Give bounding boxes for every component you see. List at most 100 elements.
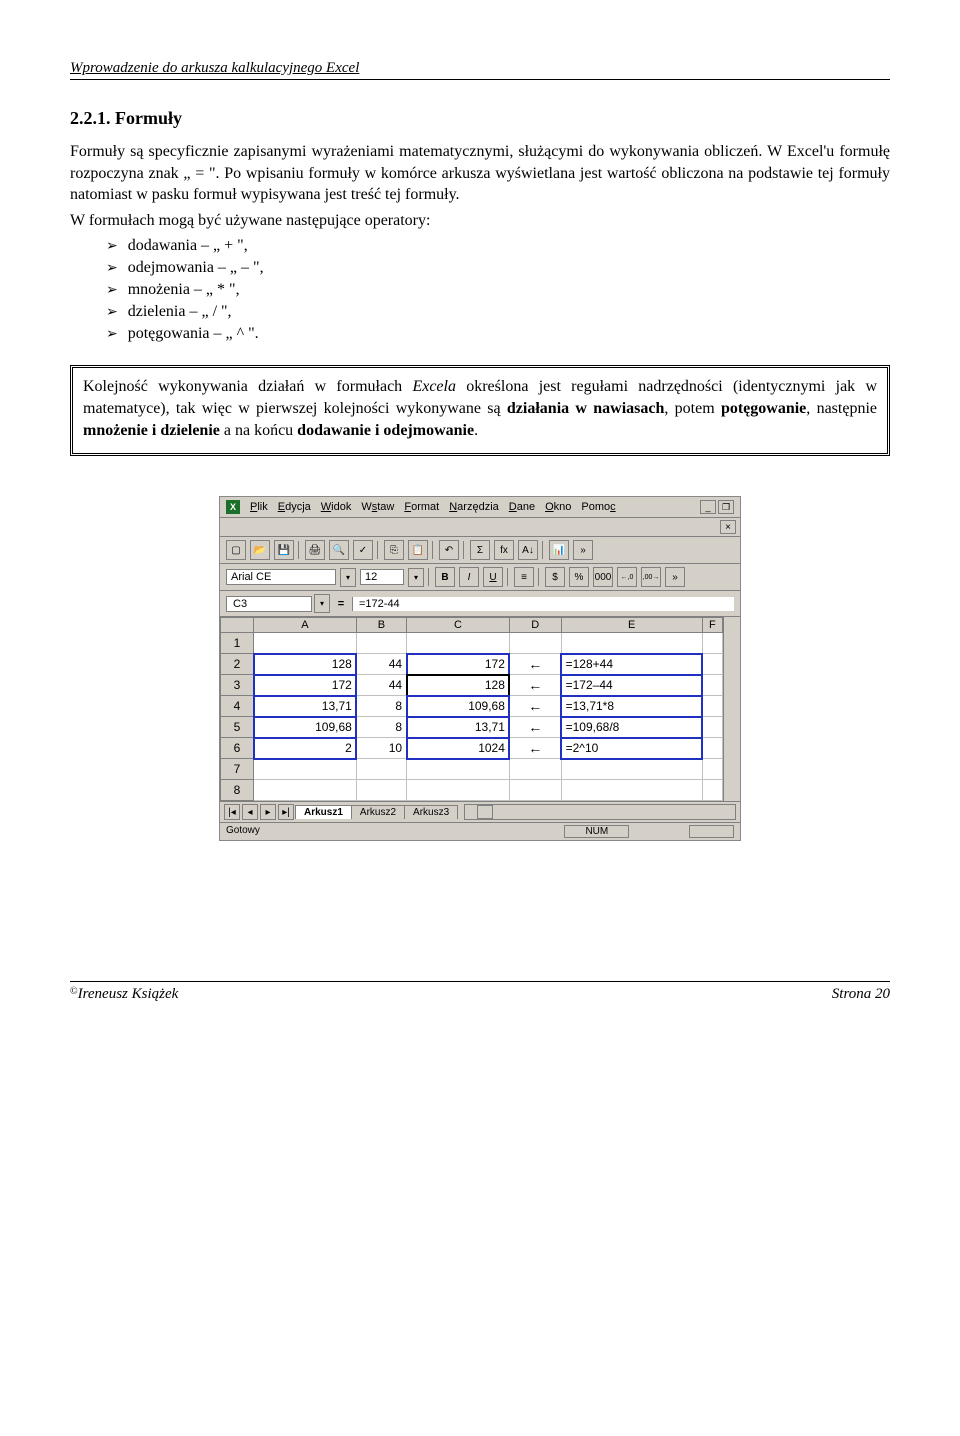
cell-E3[interactable]: =172–44	[561, 675, 702, 696]
menu-edit[interactable]: Edycja	[278, 501, 311, 513]
menu-format[interactable]: Format	[404, 501, 439, 513]
col-head-E[interactable]: E	[561, 618, 702, 633]
spellcheck-icon[interactable]: ✓	[353, 540, 373, 560]
cell-B7[interactable]	[356, 759, 406, 780]
row-head-7[interactable]: 7	[221, 759, 254, 780]
bold-button[interactable]: B	[435, 567, 455, 587]
more-icon[interactable]: »	[573, 540, 593, 560]
cell-C5[interactable]: 13,71	[407, 717, 510, 738]
decrease-decimal-icon[interactable]: ,00→	[641, 567, 661, 587]
sort-asc-icon[interactable]: A↓	[518, 540, 538, 560]
cell-A1[interactable]	[254, 633, 357, 654]
cell-A5[interactable]: 109,68	[254, 717, 357, 738]
cell-B4[interactable]: 8	[356, 696, 406, 717]
cell-B8[interactable]	[356, 780, 406, 801]
cell-F4[interactable]	[702, 696, 722, 717]
cell-D2[interactable]: ←	[509, 654, 561, 675]
tab-nav-last[interactable]: ▸|	[278, 804, 294, 820]
cell-A2[interactable]: 128	[254, 654, 357, 675]
function-icon[interactable]: fx	[494, 540, 514, 560]
h-scroll-thumb[interactable]	[477, 805, 493, 819]
menu-data[interactable]: Dane	[509, 501, 535, 513]
row-head-1[interactable]: 1	[221, 633, 254, 654]
cell-A3[interactable]: 172	[254, 675, 357, 696]
window-restore-button[interactable]: ❐	[718, 500, 734, 514]
paste-icon[interactable]: 📋	[408, 540, 428, 560]
open-icon[interactable]: 📂	[250, 540, 270, 560]
cell-A4[interactable]: 13,71	[254, 696, 357, 717]
col-head-F[interactable]: F	[702, 618, 722, 633]
cell-A6[interactable]: 2	[254, 738, 357, 759]
font-name-select[interactable]: Arial CE	[226, 569, 336, 585]
font-size-dropdown[interactable]: ▾	[408, 568, 424, 587]
cell-D4[interactable]: ←	[509, 696, 561, 717]
col-head-D[interactable]: D	[509, 618, 561, 633]
cell-C2[interactable]: 172	[407, 654, 510, 675]
cell-E7[interactable]	[561, 759, 702, 780]
cell-B3[interactable]: 44	[356, 675, 406, 696]
menu-view[interactable]: Widok	[321, 501, 352, 513]
cell-A7[interactable]	[254, 759, 357, 780]
cell-A8[interactable]	[254, 780, 357, 801]
window-minimize-button[interactable]: _	[700, 500, 716, 514]
name-box-dropdown[interactable]: ▾	[314, 594, 330, 613]
cell-D7[interactable]	[509, 759, 561, 780]
workbook-close-button[interactable]: ×	[720, 520, 736, 534]
cell-D5[interactable]: ←	[509, 717, 561, 738]
tab-nav-first[interactable]: |◂	[224, 804, 240, 820]
cell-E4[interactable]: =13,71*8	[561, 696, 702, 717]
vertical-scrollbar[interactable]	[723, 617, 740, 801]
copy-icon[interactable]: ⎘	[384, 540, 404, 560]
italic-button[interactable]: I	[459, 567, 479, 587]
cell-B6[interactable]: 10	[356, 738, 406, 759]
font-size-select[interactable]: 12	[360, 569, 404, 585]
formula-input[interactable]: =172-44	[352, 597, 734, 611]
cell-D3[interactable]: ←	[509, 675, 561, 696]
print-icon[interactable]: 🖨	[305, 540, 325, 560]
cell-E1[interactable]	[561, 633, 702, 654]
align-left-icon[interactable]: ≡	[514, 567, 534, 587]
menu-help[interactable]: Pomoc	[581, 501, 615, 513]
select-all-corner[interactable]	[221, 618, 254, 633]
row-head-4[interactable]: 4	[221, 696, 254, 717]
tab-nav-prev[interactable]: ◂	[242, 804, 258, 820]
cell-F3[interactable]	[702, 675, 722, 696]
col-head-B[interactable]: B	[356, 618, 406, 633]
spreadsheet-grid[interactable]: A B C D E F 1 2 128 44 172 ←	[220, 617, 723, 801]
new-icon[interactable]: ▢	[226, 540, 246, 560]
menu-tools[interactable]: Narzędzia	[449, 501, 499, 513]
percent-icon[interactable]: %	[569, 567, 589, 587]
cell-F2[interactable]	[702, 654, 722, 675]
preview-icon[interactable]: 🔍	[329, 540, 349, 560]
col-head-C[interactable]: C	[407, 618, 510, 633]
cell-B1[interactable]	[356, 633, 406, 654]
menu-window[interactable]: Okno	[545, 501, 571, 513]
sheet-tab-2[interactable]: Arkusz2	[351, 805, 405, 819]
sheet-tab-3[interactable]: Arkusz3	[404, 805, 458, 819]
row-head-8[interactable]: 8	[221, 780, 254, 801]
cell-F7[interactable]	[702, 759, 722, 780]
cell-D1[interactable]	[509, 633, 561, 654]
cell-F8[interactable]	[702, 780, 722, 801]
cell-B5[interactable]: 8	[356, 717, 406, 738]
menu-insert[interactable]: Wstaw	[361, 501, 394, 513]
increase-decimal-icon[interactable]: ←,0	[617, 567, 637, 587]
cell-B2[interactable]: 44	[356, 654, 406, 675]
cell-F5[interactable]	[702, 717, 722, 738]
cell-D8[interactable]	[509, 780, 561, 801]
cell-E6[interactable]: =2^10	[561, 738, 702, 759]
chart-icon[interactable]: 📊	[549, 540, 569, 560]
row-head-5[interactable]: 5	[221, 717, 254, 738]
tab-nav-next[interactable]: ▸	[260, 804, 276, 820]
font-name-dropdown[interactable]: ▾	[340, 568, 356, 587]
horizontal-scrollbar[interactable]	[464, 804, 736, 820]
cell-C4[interactable]: 109,68	[407, 696, 510, 717]
cell-E8[interactable]	[561, 780, 702, 801]
cell-F1[interactable]	[702, 633, 722, 654]
cell-C1[interactable]	[407, 633, 510, 654]
row-head-3[interactable]: 3	[221, 675, 254, 696]
menu-file[interactable]: Plik	[250, 501, 268, 513]
col-head-A[interactable]: A	[254, 618, 357, 633]
cell-C8[interactable]	[407, 780, 510, 801]
cell-C3-selected[interactable]: 128	[407, 675, 510, 696]
